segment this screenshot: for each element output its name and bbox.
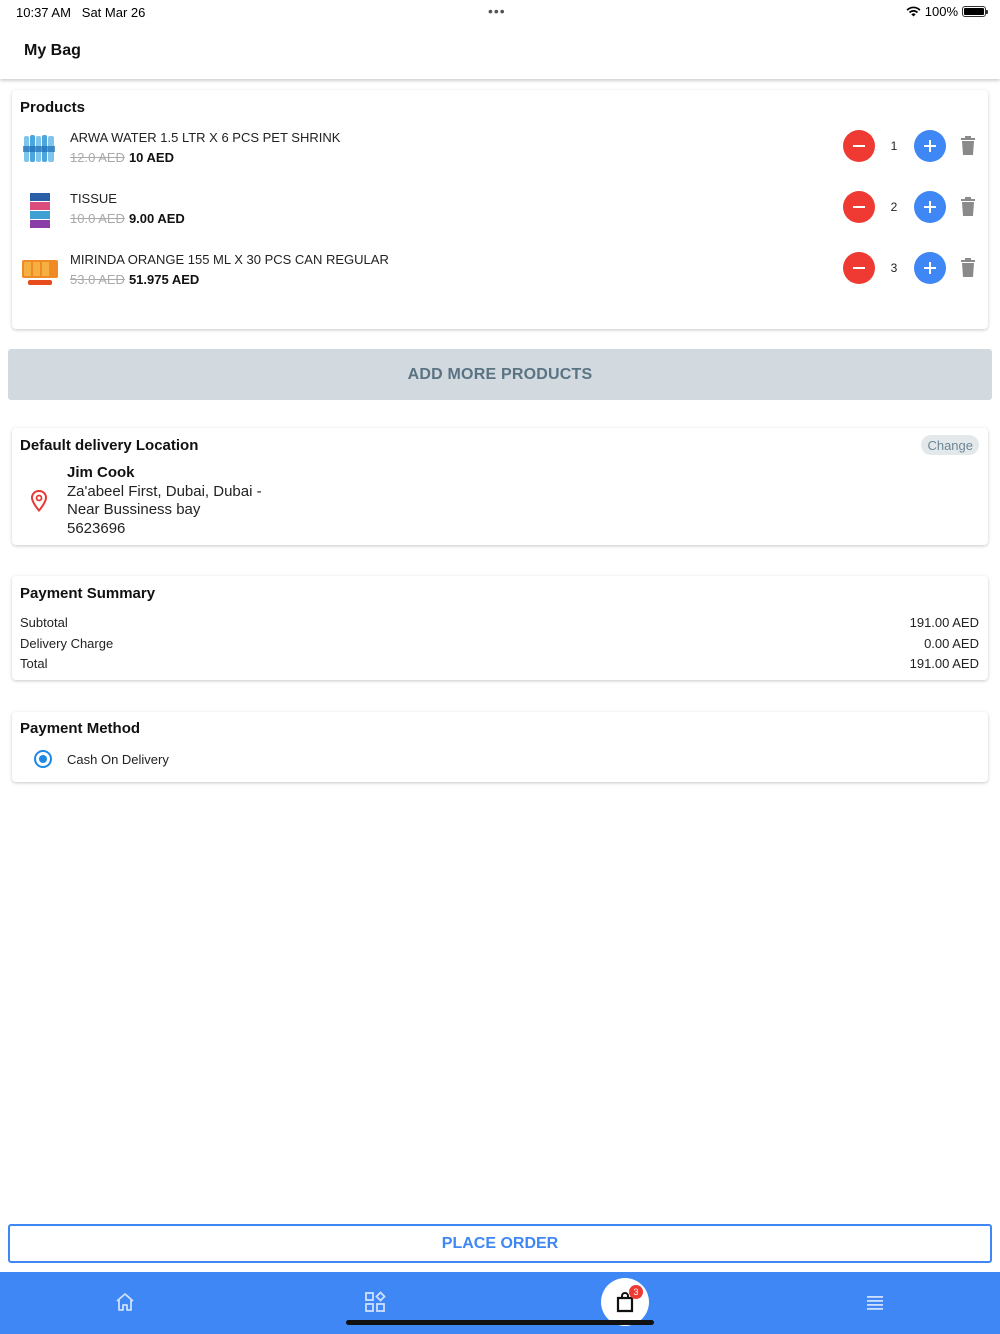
page-title: My Bag: [24, 42, 81, 59]
product-price: 10 AED: [128, 150, 174, 165]
trash-icon[interactable]: [960, 258, 976, 278]
trash-icon[interactable]: [960, 197, 976, 217]
wifi-icon: [906, 6, 921, 17]
product-price: 9.00 AED: [128, 211, 185, 226]
menu-icon[interactable]: [864, 1291, 886, 1313]
summary-label: Delivery Charge: [20, 636, 114, 651]
old-price: 12.0 AED: [70, 150, 125, 165]
battery-icon: [962, 6, 988, 17]
decrease-quantity-button[interactable]: [843, 191, 875, 223]
product-row: MIRINDA ORANGE 155 ML X 30 PCS CAN REGUL…: [12, 252, 988, 304]
phone-number: 5623696: [67, 520, 126, 537]
address-line-1: Za'abeel First, Dubai, Dubai -: [67, 483, 262, 500]
battery-percent: 100%: [924, 4, 958, 19]
add-more-products-button[interactable]: ADD MORE PRODUCTS: [8, 349, 992, 400]
home-indicator[interactable]: [346, 1320, 654, 1325]
minus-icon: [853, 145, 865, 147]
decrease-quantity-button[interactable]: [843, 252, 875, 284]
summary-label: Total: [20, 656, 48, 671]
recipient-name: Jim Cook: [67, 464, 135, 481]
plus-icon: [924, 140, 936, 152]
product-row: ARWA WATER 1.5 LTR X 6 PCS PET SHRINK 12…: [12, 130, 988, 182]
summary-row-delivery: Delivery Charge 0.00 AED: [20, 636, 979, 651]
cash-on-delivery-label[interactable]: Cash On Delivery: [67, 752, 169, 767]
increase-quantity-button[interactable]: [914, 252, 946, 284]
status-date: Sat Mar 26: [81, 5, 146, 20]
increase-quantity-button[interactable]: [914, 191, 946, 223]
status-time: 10:37 AM: [16, 5, 71, 20]
quantity-value: 1: [890, 139, 898, 153]
water-bottles-image: [23, 135, 55, 162]
cash-on-delivery-radio[interactable]: [34, 750, 52, 768]
old-price: 10.0 AED: [70, 211, 125, 226]
summary-value: 0.00 AED: [924, 636, 979, 651]
decrease-quantity-button[interactable]: [843, 130, 875, 162]
old-price: 53.0 AED: [70, 272, 125, 287]
place-order-button[interactable]: PLACE ORDER: [8, 1224, 992, 1263]
summary-row-total: Total 191.00 AED: [20, 656, 979, 671]
summary-value: 191.00 AED: [909, 656, 979, 671]
summary-title: Payment Summary: [20, 585, 156, 602]
categories-icon[interactable]: [364, 1291, 386, 1313]
location-pin-icon: [30, 490, 48, 512]
bag-count-badge: 3: [629, 1285, 643, 1299]
bottom-navigation: 3: [0, 1272, 1000, 1334]
multitasking-dots-icon[interactable]: •••: [488, 3, 506, 19]
quantity-value: 2: [890, 200, 898, 214]
address-line-2: Near Bussiness bay: [67, 501, 201, 518]
minus-icon: [853, 206, 865, 208]
payment-summary-card: Payment Summary Subtotal 191.00 AED Deliv…: [12, 576, 988, 680]
quantity-value: 3: [890, 261, 898, 275]
summary-value: 191.00 AED: [909, 615, 979, 630]
plus-icon: [924, 201, 936, 213]
minus-icon: [853, 267, 865, 269]
product-row: TISSUE 10.0 AED 9.00 AED 2: [12, 191, 988, 243]
increase-quantity-button[interactable]: [914, 130, 946, 162]
products-card: Products ARWA WATER 1.5 LTR X 6 PCS PET …: [12, 90, 988, 329]
app-header: My Bag: [0, 24, 1000, 79]
home-icon[interactable]: [114, 1291, 136, 1313]
summary-label: Subtotal: [20, 615, 68, 630]
delivery-location-card: Default delivery Location Change Jim Coo…: [12, 428, 988, 545]
product-price: 51.975 AED: [128, 272, 200, 287]
plus-icon: [924, 262, 936, 274]
delivery-title: Default delivery Location: [20, 437, 199, 454]
product-name: ARWA WATER 1.5 LTR X 6 PCS PET SHRINK: [70, 130, 341, 145]
payment-method-card: Payment Method Cash On Delivery: [12, 712, 988, 782]
status-bar: 10:37 AM Sat Mar 26 ••• 100%: [0, 0, 1000, 24]
mirinda-cans-image: [22, 260, 58, 285]
products-title: Products: [20, 99, 86, 116]
product-name: MIRINDA ORANGE 155 ML X 30 PCS CAN REGUL…: [70, 252, 389, 267]
summary-row-subtotal: Subtotal 191.00 AED: [20, 615, 979, 630]
product-name: TISSUE: [70, 191, 117, 206]
payment-method-title: Payment Method: [20, 720, 141, 737]
tissue-box-image: [30, 193, 50, 228]
change-address-button[interactable]: Change: [921, 435, 979, 455]
bag-nav-button[interactable]: 3: [601, 1278, 649, 1326]
trash-icon[interactable]: [960, 136, 976, 156]
